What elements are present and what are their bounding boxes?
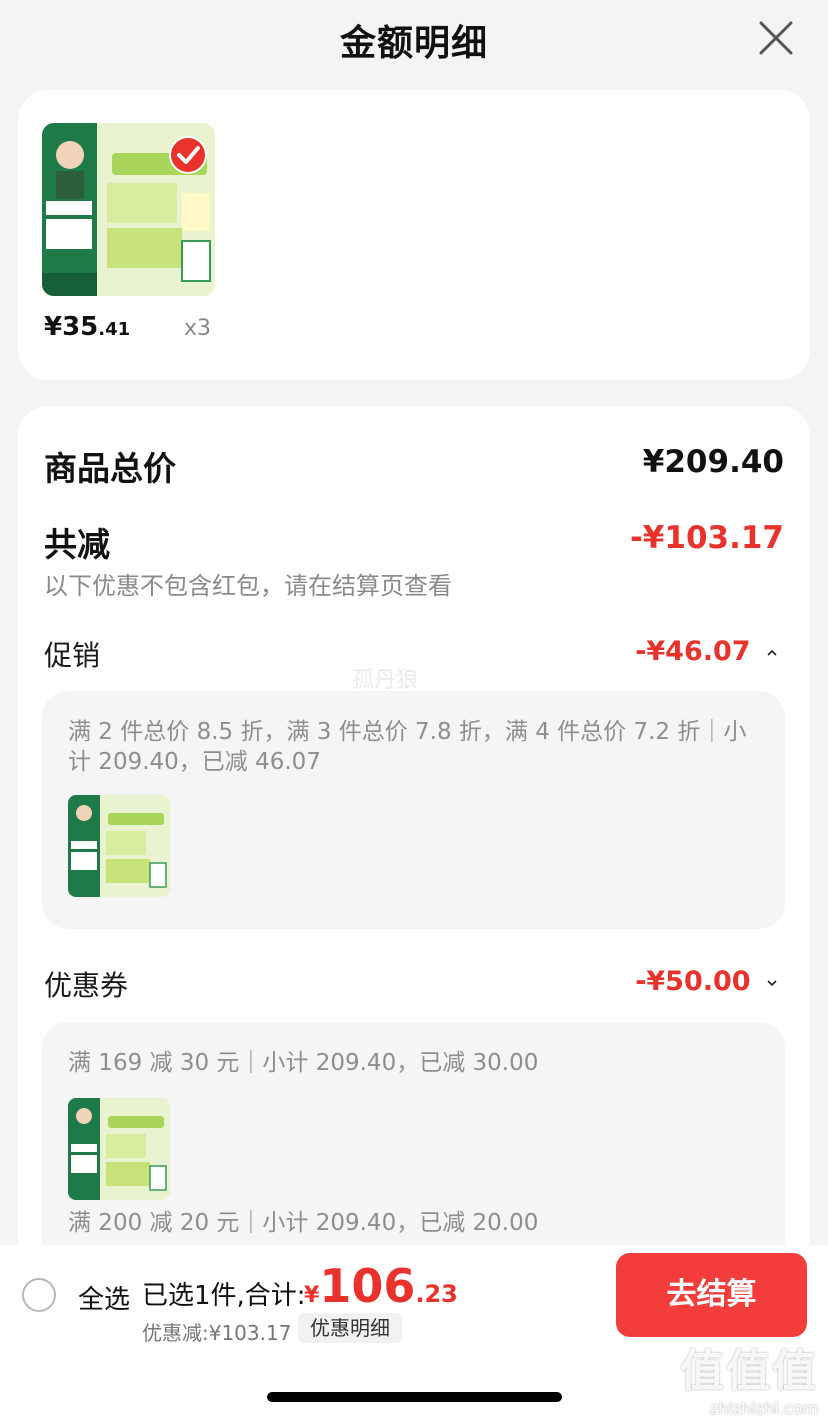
unit-price-dec: .41 <box>98 319 131 340</box>
select-all-radio[interactable] <box>22 1278 56 1312</box>
total-price: ¥106.23 <box>304 1259 458 1313</box>
checkout-button[interactable]: 去结算 <box>616 1253 807 1337</box>
home-indicator[interactable] <box>267 1392 562 1402</box>
discount-detail-button[interactable]: 优惠明细 <box>298 1313 402 1343</box>
promotion-value: -¥46.07 <box>635 636 751 667</box>
coupon-toggle[interactable]: -¥50.00 <box>635 966 778 997</box>
price-detail-card: 商品总价 ¥209.40 共减 -¥103.17 以下优惠不包含红包，请在结算页… <box>18 406 810 1306</box>
site-watermark-logo: 值值值 <box>680 1346 818 1397</box>
selected-count: 已选1件,合计: <box>142 1281 306 1311</box>
user-watermark: 孤丹狼 <box>352 668 419 693</box>
total-int: 106 <box>319 1259 416 1313</box>
reduce-value: -¥103.17 <box>629 520 784 556</box>
promotion-label: 促销 <box>44 639 101 672</box>
coupon-detail-1: 满 169 减 30 元｜小计 209.40，已减 30.00 <box>68 1050 539 1076</box>
total-dec: .23 <box>415 1280 458 1308</box>
promotion-toggle[interactable]: -¥46.07 <box>635 636 778 667</box>
reduce-label: 共减 <box>44 525 110 564</box>
select-all-label[interactable]: 全选 <box>78 1279 130 1316</box>
total-currency: ¥ <box>304 1283 320 1308</box>
promotion-detail-line2: 计 209.40，已减 46.07 <box>68 749 321 775</box>
page-title: 金额明细 <box>339 23 488 64</box>
selected-check-icon <box>169 136 207 174</box>
product-card: ¥35.41 x3 <box>18 90 810 380</box>
chevron-down-icon <box>767 979 777 986</box>
promotion-product-thumb[interactable] <box>68 795 170 897</box>
unit-price-int: ¥35 <box>44 312 99 342</box>
quantity: x3 <box>184 316 212 341</box>
coupon-label: 优惠券 <box>44 969 129 1002</box>
close-icon[interactable] <box>758 20 794 56</box>
total-label: 商品总价 <box>44 449 176 488</box>
checkout-bar: 全选 已选1件,合计: ¥106.23 优惠减:¥103.17 优惠明细 去结算 <box>0 1245 828 1346</box>
coupon-value: -¥50.00 <box>635 966 751 997</box>
unit-price: ¥35.41 <box>44 312 130 342</box>
promotion-detail-box: 满 2 件总价 8.5 折，满 3 件总价 7.8 折，满 4 件总价 7.2 … <box>42 691 785 929</box>
modal-header: 金额明细 <box>0 0 828 80</box>
promotion-detail-line1: 满 2 件总价 8.5 折，满 3 件总价 7.8 折，满 4 件总价 7.2 … <box>68 719 747 745</box>
coupon-product-thumb[interactable] <box>68 1098 170 1200</box>
discount-note: 以下优惠不包含红包，请在结算页查看 <box>44 572 452 600</box>
coupon-detail-2: 满 200 减 20 元｜小计 209.40，已减 20.00 <box>68 1210 539 1236</box>
site-watermark-url: zhizhizhi.com <box>709 1399 818 1418</box>
discount-amount: 优惠减:¥103.17 <box>142 1321 292 1345</box>
chevron-up-icon <box>767 649 777 656</box>
site-watermark: 值值值 zhizhizhi.com <box>680 1335 818 1418</box>
total-value: ¥209.40 <box>642 444 784 480</box>
